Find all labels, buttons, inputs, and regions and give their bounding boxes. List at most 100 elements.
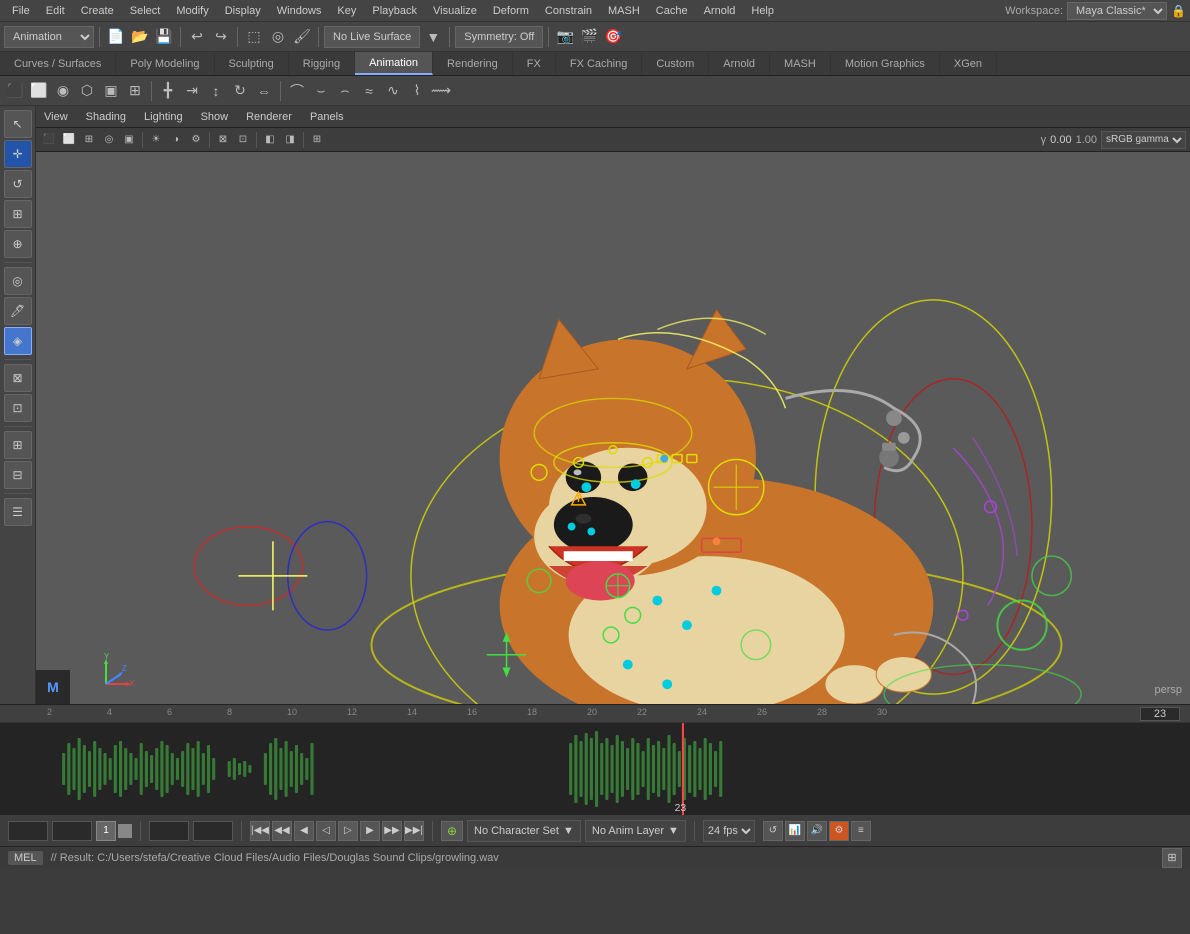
redo-btn[interactable]: ↪ [210, 26, 232, 48]
step-fwd-btn[interactable]: ▶ [360, 821, 380, 841]
viewport-canvas[interactable]: persp M X Y Z [36, 152, 1190, 704]
tab-mash[interactable]: MASH [770, 52, 831, 75]
menu-display[interactable]: Display [217, 3, 269, 19]
animation-mode-dropdown[interactable]: Animation [4, 26, 94, 48]
scale-tool[interactable]: ⊞ [4, 200, 32, 228]
tab-rigging[interactable]: Rigging [289, 52, 355, 75]
curve-tool-7[interactable]: ⟿ [430, 80, 452, 102]
menu-edit[interactable]: Edit [38, 3, 73, 19]
key-tool-4[interactable]: ⬡ [76, 80, 98, 102]
tab-xgen[interactable]: XGen [940, 52, 997, 75]
menu-create[interactable]: Create [73, 3, 122, 19]
tab-fx[interactable]: FX [513, 52, 556, 75]
frame-number-input[interactable]: 23 [1140, 707, 1180, 721]
key-tool-6[interactable]: ⊞ [124, 80, 146, 102]
play-fwd-btn[interactable]: ▷ [338, 821, 358, 841]
menu-arnold[interactable]: Arnold [696, 3, 744, 19]
play-back-btn[interactable]: ◁ [316, 821, 336, 841]
curve-tool-1[interactable]: ⌒ [286, 80, 308, 102]
paint-tool[interactable]: 🖊 [4, 297, 32, 325]
gamma-profile-select[interactable]: sRGB gamma [1101, 131, 1186, 149]
ipr-btn[interactable]: 🎯 [602, 26, 624, 48]
menu-cache[interactable]: Cache [648, 3, 696, 19]
vp-menu-lighting[interactable]: Lighting [140, 111, 187, 123]
live-surface-dropdown[interactable]: ▼ [422, 26, 444, 48]
add-key-btn[interactable]: ⊕ [441, 821, 463, 841]
tab-poly-modeling[interactable]: Poly Modeling [116, 52, 214, 75]
curve-tool-5[interactable]: ∿ [382, 80, 404, 102]
viewport-render-btn[interactable]: 🎬 [578, 26, 600, 48]
graph-editor-btn[interactable]: 📊 [785, 821, 805, 841]
render-btn[interactable]: 📷 [554, 26, 576, 48]
tab-fx-caching[interactable]: FX Caching [556, 52, 642, 75]
menu-playback[interactable]: Playback [364, 3, 425, 19]
step-back-btn[interactable]: ◀ [294, 821, 314, 841]
live-surface-btn[interactable]: No Live Surface [324, 26, 420, 48]
curve-tool-2[interactable]: ⌣ [310, 80, 332, 102]
next-key-btn[interactable]: ▶▶ [382, 821, 402, 841]
key-tool-1[interactable]: ⬛ [4, 80, 26, 102]
tab-curves-surfaces[interactable]: Curves / Surfaces [0, 52, 116, 75]
vt-icon-10[interactable]: ⊡ [234, 131, 252, 149]
tab-sculpting[interactable]: Sculpting [215, 52, 289, 75]
vt-icon-1[interactable]: ⬛ [40, 131, 58, 149]
vt-icon-12[interactable]: ◨ [281, 131, 299, 149]
tab-animation[interactable]: Animation [355, 52, 433, 75]
vt-icon-9[interactable]: ⊠ [214, 131, 232, 149]
key-tool-5[interactable]: ▣ [100, 80, 122, 102]
vt-icon-13[interactable]: ⊞ [308, 131, 326, 149]
menu-key[interactable]: Key [329, 3, 364, 19]
anim-tool-2[interactable]: ⇥ [181, 80, 203, 102]
vp-menu-panels[interactable]: Panels [306, 111, 348, 123]
menu-visualize[interactable]: Visualize [425, 3, 485, 19]
key-tool-3[interactable]: ◉ [52, 80, 74, 102]
lasso-tool-btn[interactable]: ◎ [267, 26, 289, 48]
workspace-selector[interactable]: Maya Classic* [1067, 2, 1167, 20]
new-file-btn[interactable]: 📄 [105, 26, 127, 48]
vt-icon-7[interactable]: ◑ [167, 131, 185, 149]
vt-icon-3[interactable]: ⊞ [80, 131, 98, 149]
anim-layer-btn[interactable]: No Anim Layer ▼ [585, 820, 686, 842]
symmetry-btn[interactable]: Symmetry: Off [455, 26, 543, 48]
snap-tool[interactable]: ⊠ [4, 364, 32, 392]
soft-select-tool[interactable]: ◎ [4, 267, 32, 295]
curve-tool-3[interactable]: ⌢ [334, 80, 356, 102]
menu-mash[interactable]: MASH [600, 3, 648, 19]
skip-end-btn[interactable]: ▶▶| [404, 821, 424, 841]
tab-arnold[interactable]: Arnold [709, 52, 770, 75]
vt-icon-4[interactable]: ◎ [100, 131, 118, 149]
settings-btn[interactable]: ⚙ [829, 821, 849, 841]
range-start-input[interactable]: 1 [8, 821, 48, 841]
display-tool-2[interactable]: ⊟ [4, 461, 32, 489]
select-tool[interactable]: ↖ [4, 110, 32, 138]
character-set-btn[interactable]: No Character Set ▼ [467, 820, 581, 842]
curve-tool-4[interactable]: ≈ [358, 80, 380, 102]
prev-key-btn[interactable]: ◀◀ [272, 821, 292, 841]
bc-extra-btn[interactable]: ≡ [851, 821, 871, 841]
vt-icon-6[interactable]: ☀ [147, 131, 165, 149]
vp-menu-shading[interactable]: Shading [82, 111, 130, 123]
universal-tool[interactable]: ⊕ [4, 230, 32, 258]
timeline-header[interactable]: 2 4 6 8 10 12 14 16 18 20 22 24 26 28 30… [0, 705, 1190, 723]
vt-icon-5[interactable]: ▣ [120, 131, 138, 149]
snap-tool-2[interactable]: ⊡ [4, 394, 32, 422]
move-tool[interactable]: ✛ [4, 140, 32, 168]
tab-rendering[interactable]: Rendering [433, 52, 513, 75]
undo-btn[interactable]: ↩ [186, 26, 208, 48]
anim-tool-4[interactable]: ↻ [229, 80, 251, 102]
select-tool-btn[interactable]: ⬚ [243, 26, 265, 48]
menu-help[interactable]: Help [743, 3, 782, 19]
display-tool[interactable]: ⊞ [4, 431, 32, 459]
curve-tool-6[interactable]: ⌇ [406, 80, 428, 102]
menu-select[interactable]: Select [122, 3, 169, 19]
menu-modify[interactable]: Modify [168, 3, 216, 19]
menu-constrain[interactable]: Constrain [537, 3, 600, 19]
save-file-btn[interactable]: 💾 [153, 26, 175, 48]
range-start2-input[interactable]: 1 [52, 821, 92, 841]
frame-step-input[interactable] [118, 824, 132, 838]
vt-icon-2[interactable]: ⬜ [60, 131, 78, 149]
open-file-btn[interactable]: 📂 [129, 26, 151, 48]
cycle-btn[interactable]: ↺ [763, 821, 783, 841]
timeline-waveform[interactable]: 23 [0, 723, 1190, 815]
tab-custom[interactable]: Custom [642, 52, 709, 75]
